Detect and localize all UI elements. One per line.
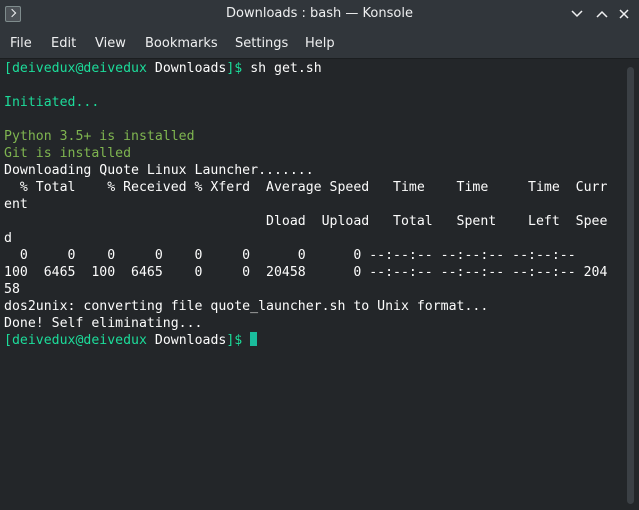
output-curl-header-2: Dload Upload Total Spent Left Spee bbox=[4, 214, 608, 229]
minimize-button[interactable] bbox=[567, 4, 587, 24]
menu-bar: File Edit View Bookmarks Settings Help bbox=[0, 30, 639, 59]
output-curl-header-2-wrap: d bbox=[4, 231, 12, 246]
prompt-user-host: deivedux@deivedux bbox=[11, 333, 147, 348]
window-title: Downloads : bash — Konsole bbox=[226, 6, 413, 21]
chevron-up-icon bbox=[596, 10, 608, 18]
output-python-check: Python 3.5+ is installed bbox=[4, 129, 195, 144]
menu-view[interactable]: View bbox=[95, 36, 126, 51]
menu-help[interactable]: Help bbox=[305, 36, 335, 51]
chevron-down-icon bbox=[571, 10, 583, 18]
output-dos2unix: dos2unix: converting file quote_launcher… bbox=[4, 299, 489, 314]
menu-file[interactable]: File bbox=[10, 36, 32, 51]
output-done: Done! Self eliminating... bbox=[4, 316, 203, 331]
close-button[interactable] bbox=[614, 4, 634, 24]
prompt-bracket-open: [ bbox=[4, 333, 12, 348]
command-text: sh get.sh bbox=[250, 61, 322, 76]
prompt-path: Downloads bbox=[154, 333, 227, 348]
output-downloading: Downloading Quote Linux Launcher....... bbox=[4, 163, 314, 178]
menu-settings[interactable]: Settings bbox=[235, 36, 288, 51]
prompt-line-current: [deivedux@deivedux Downloads]$ bbox=[4, 332, 258, 349]
terminal-scrollbar[interactable] bbox=[622, 59, 639, 510]
output-curl-progress-end-wrap: 58 bbox=[4, 282, 20, 297]
maximize-button[interactable] bbox=[592, 4, 612, 24]
title-bar: Downloads : bash — Konsole bbox=[0, 0, 639, 30]
prompt-line: [deivedux@deivedux Downloads]$ sh get.sh bbox=[4, 60, 322, 77]
menu-bookmarks[interactable]: Bookmarks bbox=[145, 36, 218, 51]
output-curl-header-1-wrap: ent bbox=[4, 197, 28, 212]
output-git-check: Git is installed bbox=[4, 146, 132, 161]
prompt-bracket-close: ]$ bbox=[226, 333, 251, 348]
output-curl-header-1: % Total % Received % Xferd Average Speed… bbox=[4, 180, 608, 195]
prompt-bracket-close: ]$ bbox=[226, 61, 251, 76]
scrollbar-thumb[interactable] bbox=[627, 67, 634, 504]
output-curl-progress-start: 0 0 0 0 0 0 0 0 --:--:-- --:--:-- --:--:… bbox=[4, 248, 576, 263]
prompt-path: Downloads bbox=[154, 61, 227, 76]
prompt-user-host: deivedux@deivedux bbox=[11, 61, 147, 76]
text-cursor bbox=[250, 332, 258, 346]
close-icon bbox=[619, 9, 629, 19]
prompt-bracket-open: [ bbox=[4, 61, 12, 76]
output-initiated: Initiated... bbox=[4, 95, 100, 110]
menu-edit[interactable]: Edit bbox=[51, 36, 76, 51]
terminal-output[interactable]: [deivedux@deivedux Downloads]$ sh get.sh… bbox=[0, 59, 622, 510]
output-curl-progress-end: 100 6465 100 6465 0 0 20458 0 --:--:-- -… bbox=[4, 265, 608, 280]
